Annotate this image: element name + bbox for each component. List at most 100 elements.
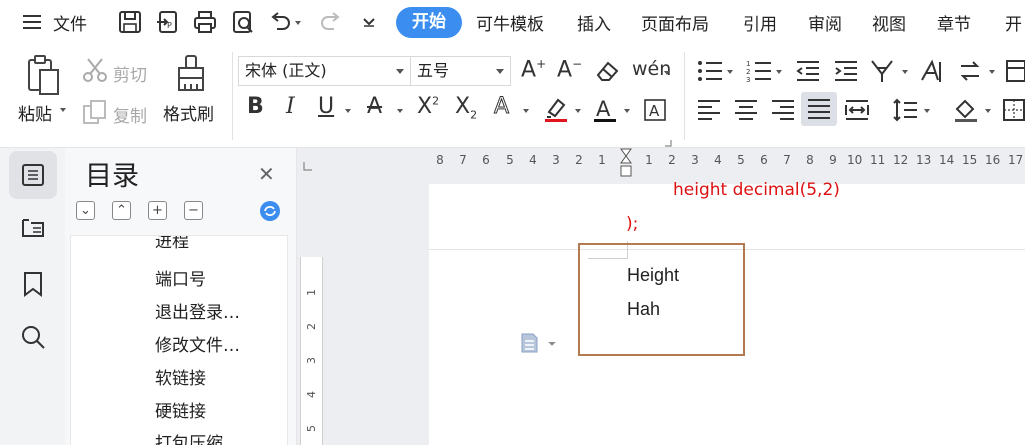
format-painter-icon[interactable] xyxy=(174,54,208,98)
code-line[interactable]: height decimal(5,2) xyxy=(673,180,840,200)
borders-icon[interactable] xyxy=(1002,97,1025,123)
code-line[interactable]: ); xyxy=(626,214,638,234)
paste-dropdown-icon[interactable] xyxy=(60,108,66,112)
print-preview-icon[interactable] xyxy=(230,9,256,35)
toc-item[interactable]: 打包压缩 xyxy=(155,429,223,445)
text-effect-button[interactable]: A xyxy=(493,94,509,120)
numbered-list-icon[interactable]: 123 xyxy=(746,59,772,84)
distributed-align-icon[interactable] xyxy=(845,99,869,121)
toc-item[interactable]: 软链接 xyxy=(155,364,206,389)
vertical-ruler[interactable]: 1 2 3 4 5 xyxy=(300,257,323,445)
tab-view[interactable]: 视图 xyxy=(872,10,906,35)
outline-icon[interactable] xyxy=(21,163,45,187)
increase-indent-icon[interactable] xyxy=(833,59,859,83)
undo-icon[interactable] xyxy=(267,9,293,35)
toc-item[interactable]: 端口号 xyxy=(155,265,206,290)
paste-icon[interactable] xyxy=(24,54,64,98)
subscript-button[interactable]: X2 xyxy=(455,94,477,121)
tab-template[interactable]: 可牛模板 xyxy=(476,10,544,35)
underline-dropdown-icon[interactable] xyxy=(345,109,351,113)
font-name-select[interactable]: 宋体 (正文) xyxy=(238,56,411,86)
toc-item[interactable]: 修改文件… xyxy=(155,331,240,356)
print-icon[interactable] xyxy=(192,9,218,35)
tab-review[interactable]: 审阅 xyxy=(808,10,842,35)
shading-icon[interactable] xyxy=(953,97,979,123)
tab-insert[interactable]: 插入 xyxy=(577,10,611,35)
horizontal-ruler[interactable]: 8 7 6 5 4 3 2 1 1 2 3 4 5 6 7 8 9 10 11 … xyxy=(431,148,1025,184)
numbered-list-dropdown-icon[interactable] xyxy=(776,70,782,74)
indent-marker-icon[interactable] xyxy=(620,148,632,180)
align-left-icon[interactable] xyxy=(697,99,721,121)
ruler-tick: 1 xyxy=(598,153,606,167)
show-marks-icon[interactable] xyxy=(1006,58,1025,84)
decrease-indent-icon[interactable] xyxy=(795,59,821,83)
sort-icon[interactable] xyxy=(958,58,982,84)
superscript-button[interactable]: X2 xyxy=(417,94,439,119)
grow-font-icon[interactable]: A+ xyxy=(521,57,546,82)
character-border-icon[interactable]: A xyxy=(644,99,666,121)
format-painter-button[interactable]: 格式刷 xyxy=(163,100,214,125)
chapter-nav-icon[interactable] xyxy=(21,216,45,240)
paste-options-icon[interactable] xyxy=(520,332,560,354)
bold-button[interactable]: B xyxy=(247,94,264,119)
redo-icon[interactable] xyxy=(318,9,344,35)
file-menu[interactable]: 文件 xyxy=(53,10,87,35)
toc-item[interactable]: 硬链接 xyxy=(155,397,206,422)
toc-item[interactable]: 进程 xyxy=(155,236,189,252)
tab-page-layout[interactable]: 页面布局 xyxy=(641,10,709,35)
phonetic-dropdown-icon[interactable] xyxy=(664,71,670,75)
expand-all-button[interactable]: ⌄ xyxy=(76,201,95,220)
align-right-icon[interactable] xyxy=(771,99,795,121)
search-icon[interactable] xyxy=(20,324,46,350)
bookmark-icon[interactable] xyxy=(21,271,45,297)
text-direction-icon[interactable] xyxy=(918,58,944,84)
line-spacing-icon[interactable] xyxy=(892,97,918,123)
align-center-icon[interactable] xyxy=(734,99,758,121)
strikethrough-dropdown-icon[interactable] xyxy=(397,109,403,113)
cut-button[interactable]: 剪切 xyxy=(113,61,147,86)
save-icon[interactable] xyxy=(117,9,143,35)
highlight-dropdown-icon[interactable] xyxy=(575,109,581,113)
remove-heading-button[interactable]: − xyxy=(184,201,203,220)
font-color-icon[interactable]: A xyxy=(593,95,617,124)
bullet-list-icon[interactable] xyxy=(697,59,723,83)
undo-dropdown-icon[interactable] xyxy=(295,21,301,25)
phonetic-guide-icon[interactable]: wén xyxy=(632,58,671,80)
customize-toolbar-icon[interactable] xyxy=(356,9,382,35)
tab-chapter[interactable]: 章节 xyxy=(937,10,971,35)
tab-start[interactable]: 开始 xyxy=(396,7,462,38)
collapse-all-button[interactable]: ⌃ xyxy=(112,201,131,220)
shrink-font-icon[interactable]: A− xyxy=(557,57,582,82)
font-size-select[interactable]: 五号 xyxy=(410,56,511,86)
tab-developer[interactable]: 开 xyxy=(1005,10,1022,35)
body-text-line[interactable]: Height xyxy=(627,265,679,286)
paste-button[interactable]: 粘贴 xyxy=(18,100,52,125)
chinese-layout-icon[interactable] xyxy=(870,58,896,84)
ruler-tick: 14 xyxy=(939,153,955,167)
underline-button[interactable]: U xyxy=(318,94,334,119)
line-spacing-dropdown-icon[interactable] xyxy=(924,109,930,113)
cut-icon[interactable] xyxy=(82,57,108,83)
toc-sync-icon[interactable] xyxy=(259,200,281,222)
justify-icon[interactable] xyxy=(801,92,837,126)
add-heading-button[interactable]: + xyxy=(148,201,167,220)
text-effect-dropdown-icon[interactable] xyxy=(523,109,529,113)
bullet-list-dropdown-icon[interactable] xyxy=(727,70,733,74)
sort-dropdown-icon[interactable] xyxy=(989,70,995,74)
export-pdf-icon[interactable]: P xyxy=(155,9,181,35)
strikethrough-button[interactable]: A xyxy=(367,94,382,119)
tab-references[interactable]: 引用 xyxy=(743,10,777,35)
body-text-line[interactable]: Hah xyxy=(627,299,660,320)
copy-icon[interactable] xyxy=(82,99,108,125)
font-dialog-launcher-icon[interactable] xyxy=(664,132,672,147)
hamburger-menu-icon[interactable] xyxy=(22,13,44,31)
copy-button[interactable]: 复制 xyxy=(113,102,147,127)
toc-item[interactable]: 退出登录… xyxy=(155,298,240,323)
highlight-color-icon[interactable] xyxy=(543,96,569,124)
font-color-dropdown-icon[interactable] xyxy=(624,109,630,113)
shading-dropdown-icon[interactable] xyxy=(985,109,991,113)
close-icon[interactable]: ✕ xyxy=(258,162,275,186)
italic-button[interactable]: I xyxy=(286,94,295,119)
clear-formatting-icon[interactable] xyxy=(595,59,621,83)
chinese-layout-dropdown-icon[interactable] xyxy=(902,70,908,74)
